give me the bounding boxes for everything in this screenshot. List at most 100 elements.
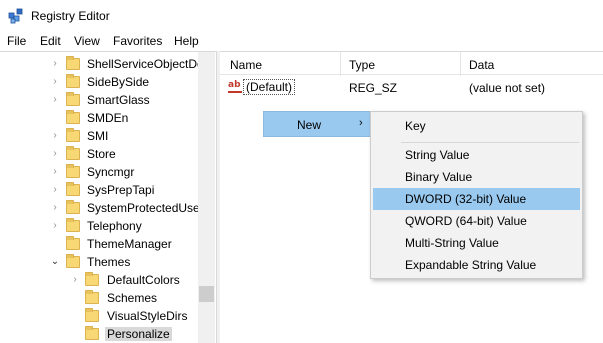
tree-item-label: SideBySide [87, 75, 150, 89]
folder-icon [66, 146, 80, 160]
tree-vertical-scrollbar[interactable] [198, 52, 215, 343]
folder-icon [66, 236, 80, 250]
tree-item-label: ThemeManager [87, 237, 172, 251]
tree-item[interactable]: ThemeManager [0, 235, 198, 253]
submenu-item-label: QWORD (64-bit) Value [405, 214, 527, 228]
tree-item[interactable]: ⌄ Themes [0, 253, 198, 271]
chevron-right-icon[interactable]: › [50, 181, 60, 199]
tree-item-label: SmartGlass [87, 93, 150, 107]
chevron-right-icon[interactable]: › [70, 271, 80, 289]
menu-favorites[interactable]: Favorites [113, 34, 162, 48]
submenu-item-key[interactable]: Key [373, 115, 580, 137]
chevron-right-icon[interactable]: › [50, 127, 60, 145]
menu-file[interactable]: File [7, 34, 26, 48]
tree-item-label: Personalize [105, 327, 172, 341]
tree-item[interactable]: › DefaultColors [0, 271, 198, 289]
folder-icon [66, 200, 80, 214]
context-menu-new[interactable]: New › [263, 111, 371, 137]
folder-icon [85, 308, 99, 322]
tree-item[interactable]: VisualStyleDirs [0, 307, 198, 325]
chevron-right-icon[interactable]: › [50, 55, 60, 73]
column-divider[interactable] [340, 52, 341, 76]
folder-icon [66, 56, 80, 70]
tree-item[interactable]: › SmartGlass [0, 91, 198, 109]
submenu-item-label: DWORD (32-bit) Value [405, 192, 527, 206]
tree-item-label: SMDEn [87, 111, 129, 125]
tree-item[interactable]: › Telephony [0, 217, 198, 235]
registry-editor-icon [8, 8, 23, 24]
tree-item[interactable]: › SideBySide [0, 73, 198, 91]
registry-tree[interactable]: › ShellServiceObjectDe › SideBySide › SmartGl… [0, 51, 216, 343]
value-row-default[interactable]: ab (Default) REG_SZ (value not set) [220, 77, 603, 97]
value-type: REG_SZ [349, 81, 398, 95]
submenu-item-multi-string-value[interactable]: Multi-String Value [373, 232, 580, 254]
tree-item-label: Syncmgr [87, 165, 135, 179]
folder-icon [66, 74, 80, 88]
tree-item-label: SystemProtectedUser [87, 201, 204, 215]
menu-help[interactable]: Help [174, 34, 199, 48]
tree-item[interactable]: › Store [0, 145, 198, 163]
submenu-item-label: String Value [405, 148, 470, 162]
folder-icon [66, 254, 80, 268]
tree-item[interactable]: Schemes [0, 289, 198, 307]
values-list-header: Name Type Data [220, 51, 603, 76]
tree-scrollbar-thumb[interactable] [199, 286, 214, 302]
column-header-type[interactable]: Type [349, 58, 375, 72]
folder-icon [66, 218, 80, 232]
tree-item-label: ShellServiceObjectDe [87, 57, 204, 71]
tree-item[interactable]: › SMI [0, 127, 198, 145]
submenu-item-qword-value[interactable]: QWORD (64-bit) Value [373, 210, 580, 232]
submenu-item-dword-value[interactable]: DWORD (32-bit) Value [373, 188, 580, 210]
tree-item-label: Telephony [87, 219, 142, 233]
menu-view[interactable]: View [74, 34, 100, 48]
chevron-right-icon[interactable]: › [50, 217, 60, 235]
submenu-item-string-value[interactable]: String Value [373, 144, 580, 166]
tree-item[interactable]: › SystemProtectedUser [0, 199, 204, 217]
new-submenu: Key String Value Binary Value DWORD (32-… [370, 111, 583, 279]
menu-edit[interactable]: Edit [40, 34, 61, 48]
title-bar: Registry Editor [0, 0, 603, 31]
submenu-item-label: Binary Value [405, 170, 473, 184]
tree-item-label: VisualStyleDirs [107, 309, 188, 323]
folder-icon [66, 128, 80, 142]
context-menu-new-label: New [297, 118, 322, 132]
folder-icon [85, 290, 99, 304]
tree-item[interactable]: Personalize [0, 325, 198, 343]
tree-item[interactable]: › ShellServiceObjectDe [0, 55, 204, 73]
submenu-item-label: Key [405, 119, 426, 133]
tree-item[interactable]: › Syncmgr [0, 163, 198, 181]
tree-item-label: Themes [87, 255, 131, 269]
column-header-data[interactable]: Data [469, 58, 494, 72]
submenu-arrow-icon: › [359, 117, 363, 129]
folder-icon [66, 110, 80, 124]
value-data: (value not set) [469, 81, 546, 95]
tree-item[interactable]: › SysPrepTapi [0, 181, 198, 199]
submenu-item-label: Expandable String Value [405, 258, 537, 272]
submenu-item-label: Multi-String Value [405, 236, 499, 250]
chevron-right-icon[interactable]: › [50, 199, 60, 217]
value-name: (Default) [243, 79, 296, 95]
folder-icon [66, 164, 80, 178]
tree-item-label: Schemes [107, 291, 158, 305]
chevron-down-icon[interactable]: ⌄ [50, 253, 60, 271]
chevron-right-icon[interactable]: › [50, 163, 60, 181]
tree-item[interactable]: SMDEn [0, 109, 198, 127]
folder-icon [66, 92, 80, 106]
submenu-item-expandable-string-value[interactable]: Expandable String Value [373, 254, 580, 276]
chevron-right-icon[interactable]: › [50, 73, 60, 91]
column-divider[interactable] [460, 52, 461, 76]
submenu-item-binary-value[interactable]: Binary Value [373, 166, 580, 188]
tree-item-label: SysPrepTapi [87, 183, 155, 197]
folder-icon [85, 326, 99, 340]
folder-icon [66, 182, 80, 196]
column-header-name[interactable]: Name [230, 58, 262, 72]
tree-item-label: Store [87, 147, 116, 161]
tree-item-label: DefaultColors [107, 273, 180, 287]
string-value-icon: ab [228, 80, 244, 94]
window-title: Registry Editor [31, 9, 110, 23]
chevron-right-icon[interactable]: › [50, 91, 60, 109]
folder-icon [85, 272, 99, 286]
tree-item-label: SMI [87, 129, 109, 143]
chevron-right-icon[interactable]: › [50, 145, 60, 163]
menu-bar: File Edit View Favorites Help [0, 31, 603, 51]
